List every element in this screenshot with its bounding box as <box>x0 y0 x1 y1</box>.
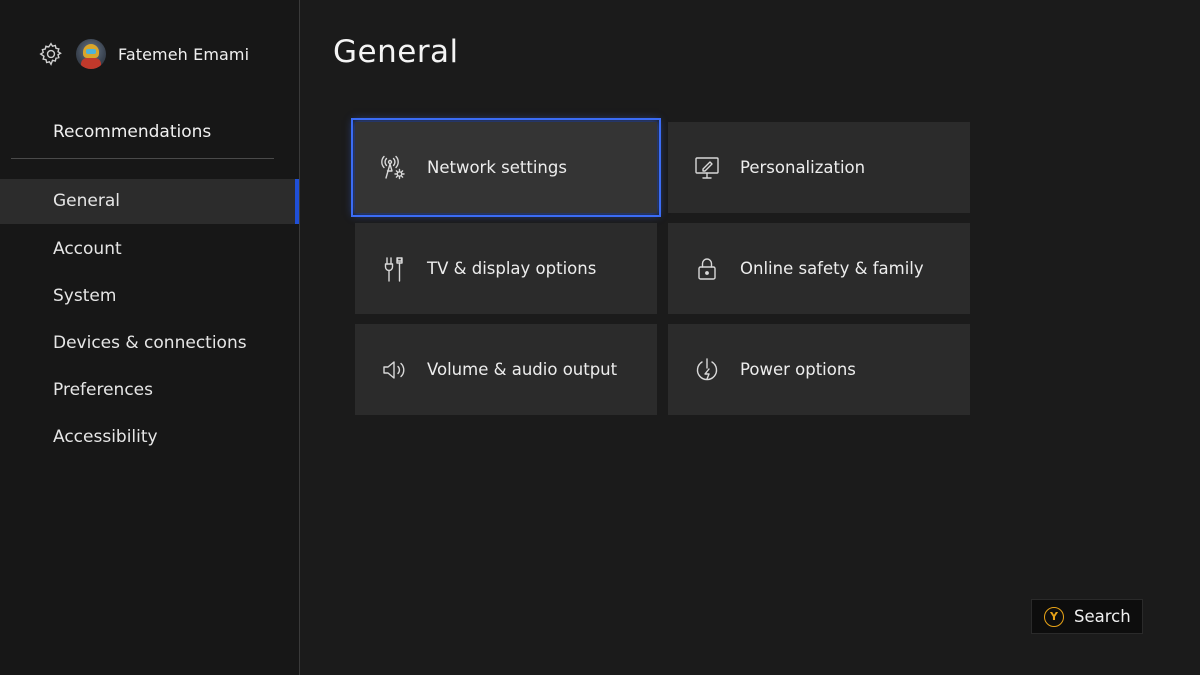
personalization-label: Personalization <box>740 158 866 177</box>
search-label: Search <box>1074 607 1131 626</box>
online-safety-family-tile[interactable]: Online safety & family <box>668 223 970 314</box>
power-options-tile[interactable]: Power options <box>668 324 970 415</box>
personalization-icon <box>692 153 722 183</box>
sidebar: Fatemeh Emami Recommendations General Ac… <box>0 0 300 675</box>
sidebar-item-system[interactable]: System <box>0 273 299 320</box>
network-settings-tile[interactable]: Network settings <box>351 118 661 217</box>
tv-display-options-tile[interactable]: TV & display options <box>355 223 657 314</box>
search-button[interactable]: Y Search <box>1031 599 1143 634</box>
settings-app: Fatemeh Emami Recommendations General Ac… <box>0 0 1200 675</box>
sidebar-divider <box>11 158 274 159</box>
network-settings-icon <box>379 153 409 183</box>
sidebar-item-recommendations[interactable]: Recommendations <box>53 122 211 142</box>
sidebar-item-account[interactable]: Account <box>0 226 299 273</box>
power-options-label: Power options <box>740 360 856 379</box>
tv-display-options-label: TV & display options <box>427 259 597 278</box>
personalization-tile[interactable]: Personalization <box>668 122 970 213</box>
profile-header: Fatemeh Emami <box>38 38 249 70</box>
gear-icon[interactable] <box>38 41 64 67</box>
avatar[interactable] <box>76 39 106 69</box>
sidebar-nav: General Account System Devices & connect… <box>0 179 299 461</box>
speaker-icon <box>379 355 409 385</box>
power-icon <box>692 355 722 385</box>
y-button-icon: Y <box>1044 606 1064 627</box>
username: Fatemeh Emami <box>118 44 250 64</box>
sidebar-item-general[interactable]: General <box>0 179 299 224</box>
page-title: General <box>333 34 459 70</box>
sidebar-item-preferences[interactable]: Preferences <box>0 367 299 414</box>
sidebar-item-accessibility[interactable]: Accessibility <box>0 414 299 461</box>
sidebar-item-devices-connections[interactable]: Devices & connections <box>0 320 299 367</box>
tv-display-icon <box>379 254 409 284</box>
volume-audio-output-tile[interactable]: Volume & audio output <box>355 324 657 415</box>
network-settings-label: Network settings <box>427 158 567 177</box>
lock-icon <box>692 254 722 284</box>
online-safety-family-label: Online safety & family <box>740 259 924 278</box>
volume-audio-output-label: Volume & audio output <box>427 360 618 379</box>
